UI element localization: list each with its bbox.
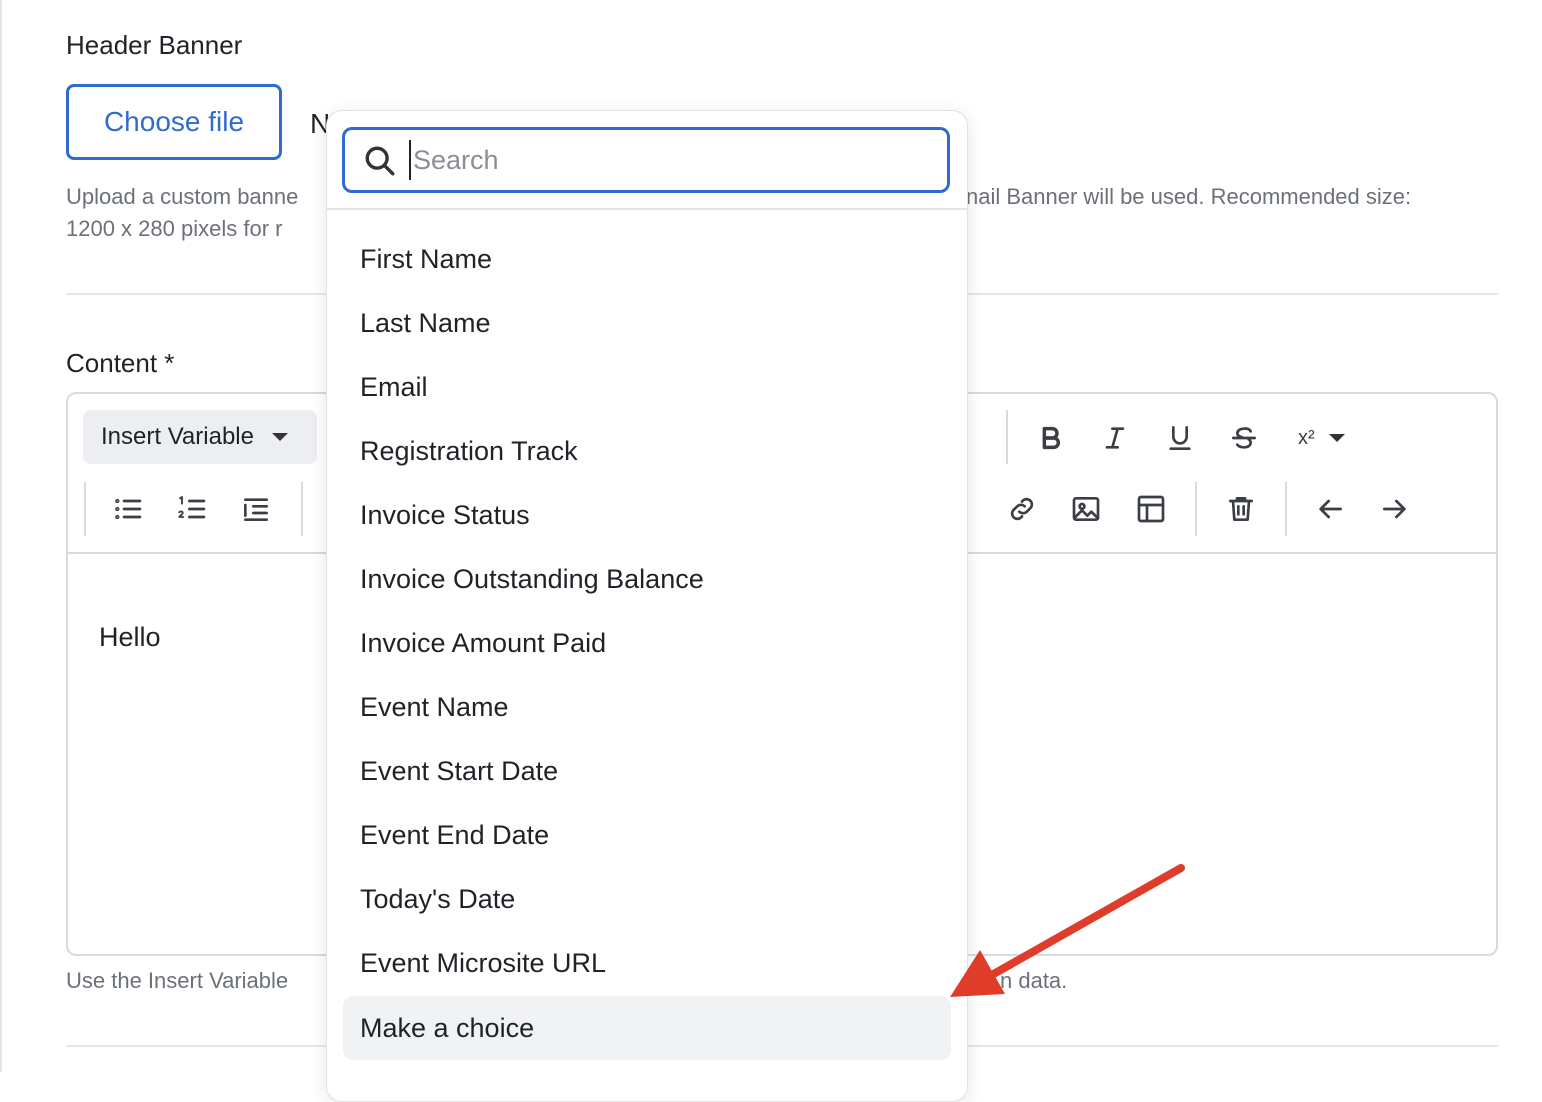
redo-icon[interactable] [1375,489,1415,529]
variable-option-first-name[interactable]: First Name [343,227,951,291]
italic-icon[interactable] [1095,418,1135,458]
undo-icon[interactable] [1310,489,1350,529]
variable-option-event-start-date[interactable]: Event Start Date [343,739,951,803]
content-label: Content * [66,348,175,378]
link-icon[interactable] [1002,489,1042,529]
indent-icon[interactable] [236,489,276,529]
variable-option-todays-date[interactable]: Today's Date [343,867,951,931]
bold-icon[interactable] [1031,418,1071,458]
variable-option-registration-track[interactable]: Registration Track [343,419,951,483]
insert-variable-button[interactable]: Insert Variable [83,410,317,464]
search-input[interactable] [409,140,933,180]
chevron-down-icon [1328,434,1345,442]
toolbar-separator [1006,410,1008,464]
dropdown-divider [327,208,967,210]
header-banner-help-line1-left: Upload a custom banne [66,184,299,209]
toolbar-separator [301,482,303,536]
variable-option-invoice-outstanding-balance[interactable]: Invoice Outstanding Balance [343,547,951,611]
toolbar-separator [1195,482,1197,536]
trash-icon[interactable] [1221,489,1261,529]
superscript-label: x² [1298,426,1315,449]
variable-option-event-name[interactable]: Event Name [343,675,951,739]
bullet-list-icon[interactable] [108,489,148,529]
content-help-right: n data. [1000,968,1068,993]
variable-option-event-end-date[interactable]: Event End Date [343,803,951,867]
variable-option-invoice-status[interactable]: Invoice Status [343,483,951,547]
underline-icon[interactable] [1160,418,1200,458]
strikethrough-icon[interactable] [1224,418,1264,458]
choose-file-button[interactable]: Choose file [66,84,282,160]
search-icon [363,144,397,178]
variable-option-last-name[interactable]: Last Name [343,291,951,355]
superscript-button[interactable]: x² [1292,418,1362,458]
image-icon[interactable] [1066,489,1106,529]
variable-option-invoice-amount-paid[interactable]: Invoice Amount Paid [343,611,951,675]
table-icon[interactable] [1131,489,1171,529]
toolbar-separator [1285,482,1287,536]
chevron-down-icon [271,433,288,441]
header-banner-help-line1-right: nail Banner will be used. Recommended si… [966,184,1412,209]
insert-variable-label: Insert Variable [101,423,254,450]
header-banner-label: Header Banner [66,30,243,60]
variable-option-event-microsite-url[interactable]: Event Microsite URL [343,931,951,995]
variable-option-email[interactable]: Email [343,355,951,419]
page-left-border [0,0,2,1072]
editor-body-text[interactable]: Hello [99,622,161,653]
header-banner-help-line2-left: 1200 x 280 pixels for r [66,216,283,241]
variable-dropdown: First Name Last Name Email Registration … [326,110,968,1102]
content-help-left: Use the Insert Variable [66,968,289,993]
numbered-list-icon[interactable] [172,489,212,529]
search-box[interactable] [342,127,950,193]
toolbar-separator [84,482,86,536]
variable-option-make-a-choice[interactable]: Make a choice [343,996,951,1060]
